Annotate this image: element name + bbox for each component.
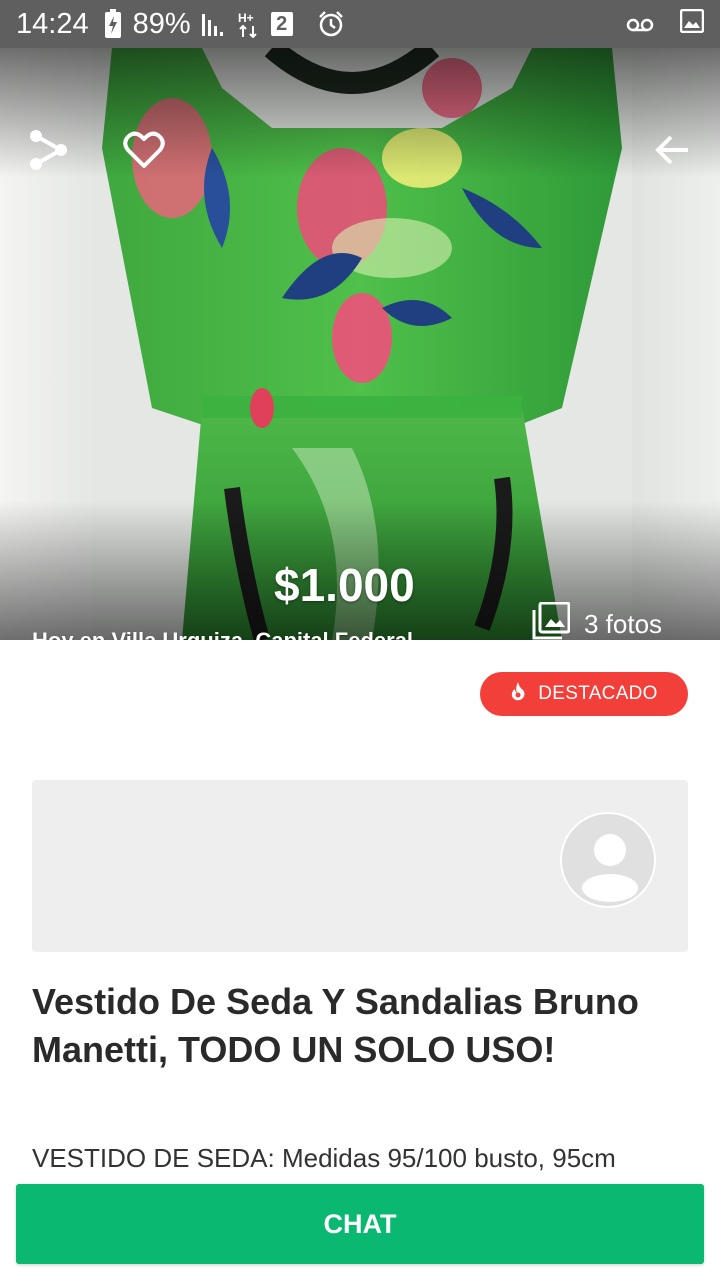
listing-photo[interactable]: $1.000 Hoy en Villa Urquiza, Capital Fed… bbox=[0, 48, 720, 640]
seller-card[interactable] bbox=[32, 780, 688, 952]
battery-icon bbox=[103, 9, 123, 39]
featured-badge-label: DESTACADO bbox=[538, 683, 658, 704]
chat-button[interactable]: CHAT bbox=[16, 1184, 704, 1264]
network-type-icon: H+ bbox=[237, 10, 261, 38]
top-gradient bbox=[0, 48, 720, 178]
favorite-button[interactable] bbox=[116, 124, 172, 180]
listing-description: VESTIDO DE SEDA: Medidas 95/100 busto, 9… bbox=[32, 1143, 616, 1173]
listing-price: $1.000 bbox=[274, 559, 415, 611]
flame-icon bbox=[510, 681, 526, 707]
heart-icon bbox=[123, 131, 165, 174]
back-button[interactable] bbox=[644, 124, 700, 180]
status-bar: 14:24 89% H+ 2 bbox=[0, 0, 720, 48]
photo-count[interactable]: 3 fotos bbox=[532, 601, 663, 640]
listing-title: Vestido De Seda Y Sandalias Bruno Manett… bbox=[32, 981, 639, 1070]
share-button[interactable] bbox=[20, 124, 76, 180]
photo-count-label: 3 fotos bbox=[584, 609, 663, 639]
image-notification-icon bbox=[679, 8, 705, 41]
alarm-icon bbox=[317, 10, 345, 38]
share-icon bbox=[28, 128, 68, 177]
arrow-left-icon bbox=[654, 134, 690, 171]
voicemail-icon bbox=[626, 8, 654, 41]
featured-badge: DESTACADO bbox=[480, 672, 688, 716]
battery-percent: 89% bbox=[132, 7, 191, 40]
listing-location: Hoy en Villa Urquiza, Capital Federal bbox=[32, 628, 413, 640]
svg-text:H+: H+ bbox=[238, 11, 254, 25]
gallery-icon bbox=[532, 601, 571, 640]
user-avatar-icon[interactable] bbox=[560, 812, 656, 908]
sim-slot-label: 2 bbox=[270, 12, 293, 36]
sim-slot-icon: 2 bbox=[270, 12, 293, 36]
status-time: 14:24 bbox=[16, 7, 89, 40]
signal-icon bbox=[201, 12, 227, 36]
